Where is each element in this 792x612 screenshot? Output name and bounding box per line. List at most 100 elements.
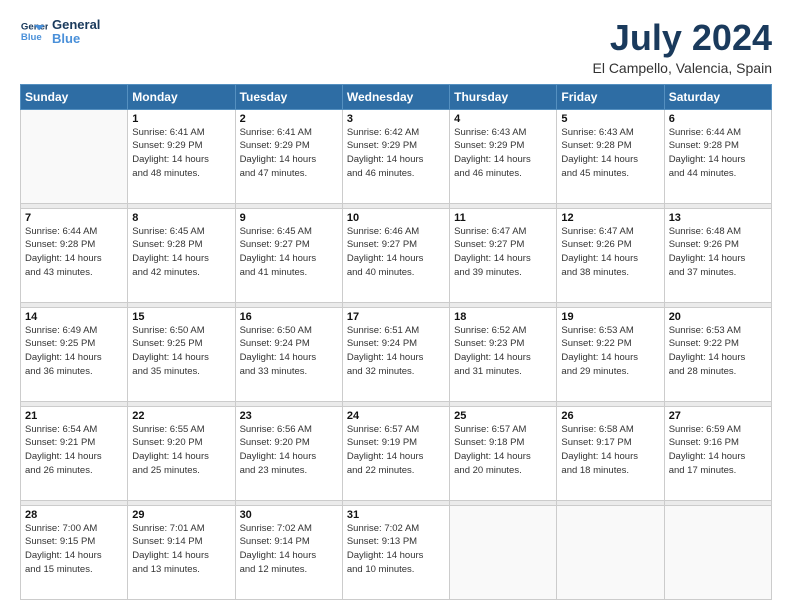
calendar-cell: 21Sunrise: 6:54 AM Sunset: 9:21 PM Dayli… [21, 406, 128, 500]
cell-text: Sunrise: 6:44 AM Sunset: 9:28 PM Dayligh… [669, 126, 767, 181]
title-block: July 2024 El Campello, Valencia, Spain [592, 18, 772, 76]
day-number: 13 [669, 212, 767, 224]
calendar-cell [21, 109, 128, 203]
calendar-cell: 3Sunrise: 6:42 AM Sunset: 9:29 PM Daylig… [342, 109, 449, 203]
day-number: 29 [132, 509, 230, 521]
day-number: 31 [347, 509, 445, 521]
day-number: 3 [347, 113, 445, 125]
calendar-week-5: 28Sunrise: 7:00 AM Sunset: 9:15 PM Dayli… [21, 505, 772, 599]
cell-text: Sunrise: 6:50 AM Sunset: 9:24 PM Dayligh… [240, 324, 338, 379]
calendar-header-row: SundayMondayTuesdayWednesdayThursdayFrid… [21, 84, 772, 109]
cell-text: Sunrise: 6:46 AM Sunset: 9:27 PM Dayligh… [347, 225, 445, 280]
calendar-cell: 19Sunrise: 6:53 AM Sunset: 9:22 PM Dayli… [557, 307, 664, 401]
day-number: 1 [132, 113, 230, 125]
calendar-cell: 12Sunrise: 6:47 AM Sunset: 9:26 PM Dayli… [557, 208, 664, 302]
cell-text: Sunrise: 6:43 AM Sunset: 9:28 PM Dayligh… [561, 126, 659, 181]
calendar-cell: 29Sunrise: 7:01 AM Sunset: 9:14 PM Dayli… [128, 505, 235, 599]
day-number: 16 [240, 311, 338, 323]
cell-text: Sunrise: 6:41 AM Sunset: 9:29 PM Dayligh… [240, 126, 338, 181]
calendar-week-3: 14Sunrise: 6:49 AM Sunset: 9:25 PM Dayli… [21, 307, 772, 401]
day-number: 27 [669, 410, 767, 422]
calendar-cell: 13Sunrise: 6:48 AM Sunset: 9:26 PM Dayli… [664, 208, 771, 302]
logo-icon: General Blue [20, 18, 48, 46]
day-number: 2 [240, 113, 338, 125]
cell-text: Sunrise: 7:01 AM Sunset: 9:14 PM Dayligh… [132, 522, 230, 577]
calendar-cell: 10Sunrise: 6:46 AM Sunset: 9:27 PM Dayli… [342, 208, 449, 302]
day-number: 4 [454, 113, 552, 125]
cell-text: Sunrise: 6:41 AM Sunset: 9:29 PM Dayligh… [132, 126, 230, 181]
calendar-cell: 15Sunrise: 6:50 AM Sunset: 9:25 PM Dayli… [128, 307, 235, 401]
day-number: 15 [132, 311, 230, 323]
cell-text: Sunrise: 6:52 AM Sunset: 9:23 PM Dayligh… [454, 324, 552, 379]
calendar-table: SundayMondayTuesdayWednesdayThursdayFrid… [20, 84, 772, 600]
svg-text:Blue: Blue [21, 32, 42, 43]
cell-text: Sunrise: 6:47 AM Sunset: 9:26 PM Dayligh… [561, 225, 659, 280]
calendar-cell: 31Sunrise: 7:02 AM Sunset: 9:13 PM Dayli… [342, 505, 449, 599]
calendar-header-saturday: Saturday [664, 84, 771, 109]
cell-text: Sunrise: 6:57 AM Sunset: 9:18 PM Dayligh… [454, 423, 552, 478]
day-number: 17 [347, 311, 445, 323]
cell-text: Sunrise: 6:51 AM Sunset: 9:24 PM Dayligh… [347, 324, 445, 379]
calendar-cell: 25Sunrise: 6:57 AM Sunset: 9:18 PM Dayli… [450, 406, 557, 500]
cell-text: Sunrise: 7:00 AM Sunset: 9:15 PM Dayligh… [25, 522, 123, 577]
cell-text: Sunrise: 6:53 AM Sunset: 9:22 PM Dayligh… [561, 324, 659, 379]
logo-general: General [52, 18, 100, 32]
calendar-cell: 18Sunrise: 6:52 AM Sunset: 9:23 PM Dayli… [450, 307, 557, 401]
day-number: 7 [25, 212, 123, 224]
logo-blue: Blue [52, 32, 100, 46]
day-number: 24 [347, 410, 445, 422]
calendar-cell: 1Sunrise: 6:41 AM Sunset: 9:29 PM Daylig… [128, 109, 235, 203]
cell-text: Sunrise: 6:56 AM Sunset: 9:20 PM Dayligh… [240, 423, 338, 478]
day-number: 28 [25, 509, 123, 521]
calendar-cell: 11Sunrise: 6:47 AM Sunset: 9:27 PM Dayli… [450, 208, 557, 302]
day-number: 10 [347, 212, 445, 224]
cell-text: Sunrise: 6:49 AM Sunset: 9:25 PM Dayligh… [25, 324, 123, 379]
cell-text: Sunrise: 6:45 AM Sunset: 9:27 PM Dayligh… [240, 225, 338, 280]
calendar-cell: 16Sunrise: 6:50 AM Sunset: 9:24 PM Dayli… [235, 307, 342, 401]
cell-text: Sunrise: 6:48 AM Sunset: 9:26 PM Dayligh… [669, 225, 767, 280]
day-number: 14 [25, 311, 123, 323]
page: General Blue General Blue July 2024 El C… [0, 0, 792, 612]
day-number: 12 [561, 212, 659, 224]
day-number: 26 [561, 410, 659, 422]
calendar-cell: 22Sunrise: 6:55 AM Sunset: 9:20 PM Dayli… [128, 406, 235, 500]
day-number: 23 [240, 410, 338, 422]
subtitle: El Campello, Valencia, Spain [592, 60, 772, 76]
calendar-cell: 23Sunrise: 6:56 AM Sunset: 9:20 PM Dayli… [235, 406, 342, 500]
day-number: 18 [454, 311, 552, 323]
cell-text: Sunrise: 6:42 AM Sunset: 9:29 PM Dayligh… [347, 126, 445, 181]
calendar-cell [557, 505, 664, 599]
day-number: 9 [240, 212, 338, 224]
calendar-week-1: 1Sunrise: 6:41 AM Sunset: 9:29 PM Daylig… [21, 109, 772, 203]
calendar-cell: 9Sunrise: 6:45 AM Sunset: 9:27 PM Daylig… [235, 208, 342, 302]
calendar-header-monday: Monday [128, 84, 235, 109]
calendar-cell: 7Sunrise: 6:44 AM Sunset: 9:28 PM Daylig… [21, 208, 128, 302]
cell-text: Sunrise: 6:55 AM Sunset: 9:20 PM Dayligh… [132, 423, 230, 478]
day-number: 20 [669, 311, 767, 323]
day-number: 19 [561, 311, 659, 323]
day-number: 25 [454, 410, 552, 422]
day-number: 11 [454, 212, 552, 224]
calendar-cell: 4Sunrise: 6:43 AM Sunset: 9:29 PM Daylig… [450, 109, 557, 203]
calendar-cell: 2Sunrise: 6:41 AM Sunset: 9:29 PM Daylig… [235, 109, 342, 203]
calendar-cell: 8Sunrise: 6:45 AM Sunset: 9:28 PM Daylig… [128, 208, 235, 302]
calendar-cell: 27Sunrise: 6:59 AM Sunset: 9:16 PM Dayli… [664, 406, 771, 500]
cell-text: Sunrise: 6:44 AM Sunset: 9:28 PM Dayligh… [25, 225, 123, 280]
day-number: 30 [240, 509, 338, 521]
calendar-cell [450, 505, 557, 599]
day-number: 6 [669, 113, 767, 125]
calendar-cell: 6Sunrise: 6:44 AM Sunset: 9:28 PM Daylig… [664, 109, 771, 203]
calendar-header-thursday: Thursday [450, 84, 557, 109]
main-title: July 2024 [592, 18, 772, 58]
calendar-week-4: 21Sunrise: 6:54 AM Sunset: 9:21 PM Dayli… [21, 406, 772, 500]
calendar-cell [664, 505, 771, 599]
calendar-header-tuesday: Tuesday [235, 84, 342, 109]
cell-text: Sunrise: 6:45 AM Sunset: 9:28 PM Dayligh… [132, 225, 230, 280]
calendar-cell: 14Sunrise: 6:49 AM Sunset: 9:25 PM Dayli… [21, 307, 128, 401]
calendar-header-sunday: Sunday [21, 84, 128, 109]
calendar-cell: 30Sunrise: 7:02 AM Sunset: 9:14 PM Dayli… [235, 505, 342, 599]
calendar-cell: 17Sunrise: 6:51 AM Sunset: 9:24 PM Dayli… [342, 307, 449, 401]
cell-text: Sunrise: 6:54 AM Sunset: 9:21 PM Dayligh… [25, 423, 123, 478]
calendar-week-2: 7Sunrise: 6:44 AM Sunset: 9:28 PM Daylig… [21, 208, 772, 302]
header: General Blue General Blue July 2024 El C… [20, 18, 772, 76]
